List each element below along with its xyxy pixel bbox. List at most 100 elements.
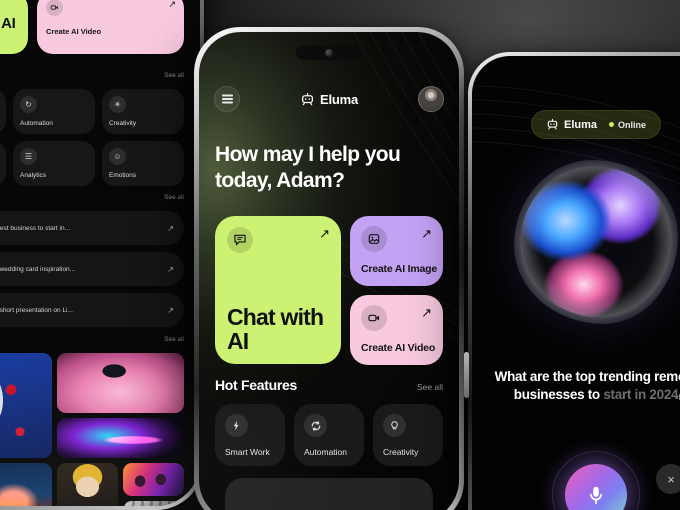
arrow-up-right-icon: ↗ — [421, 226, 432, 241]
left-feature-emotions[interactable]: ☺ Emotions — [102, 141, 184, 186]
page-title: How may I help you today, Adam? — [215, 143, 401, 193]
left-feature-research[interactable]: ⌕ Research — [0, 141, 6, 186]
hot-features-grid: Smart Work Automation Creativity — [215, 404, 443, 466]
left-hot-features-see-all[interactable]: See all — [164, 72, 184, 79]
left-explore-section: Explore AI Art See all — [0, 332, 184, 506]
left-card-create-ai-video[interactable]: ↗ Create AI Video — [37, 0, 184, 54]
feature-label: Smart Work — [225, 447, 270, 457]
arrow-up-right-icon: ↗ — [167, 264, 174, 274]
left-card-chat-title: Chat with AI — [0, 15, 16, 32]
main-header: Eluma — [214, 86, 444, 112]
feature-smart-work[interactable]: Smart Work — [215, 404, 285, 466]
left-feature-label: Analytics — [20, 172, 47, 179]
video-camera-icon — [361, 305, 387, 331]
image-icon — [361, 226, 387, 252]
left-feature-analytics[interactable]: ☰ Analytics — [13, 141, 95, 186]
transcript-pending: start in 2024 — [603, 387, 679, 403]
card-video-label: Create AI Video — [361, 342, 436, 354]
left-explore-see-all[interactable]: See all — [164, 336, 184, 343]
left-feature-label: Automation — [20, 120, 53, 127]
pill-brand: Eluma — [546, 118, 597, 131]
assistant-status-pill[interactable]: Eluma Online — [530, 110, 662, 139]
art-tile-pink-flower-castle[interactable] — [56, 353, 184, 413]
brand-name: Eluma — [319, 91, 358, 107]
list-item-text: What is the best business to start in... — [0, 224, 71, 232]
left-art-gallery-stack — [122, 463, 184, 506]
list-item-text: Create me a short presentation on Li... — [0, 306, 73, 314]
main-phone-screen: Eluma How may I help you today, Adam? ↗ … — [199, 32, 459, 510]
left-card-video-label: Create AI Video — [46, 27, 102, 36]
microphone-button-wrapper[interactable] — [541, 440, 651, 510]
refresh-icon — [304, 414, 327, 437]
left-art-gallery — [0, 353, 184, 506]
close-button[interactable]: × — [656, 464, 680, 494]
smiley-glyph: ☺ — [113, 152, 122, 161]
card-create-ai-image[interactable]: ↗ Create AI Image — [350, 216, 443, 286]
status-badge: Online — [609, 120, 646, 130]
feature-label: Automation — [304, 447, 347, 457]
list-item[interactable]: What is the best business to start in...… — [0, 211, 184, 245]
left-quick-prompts-see-all[interactable]: See all — [164, 194, 184, 201]
front-camera-icon — [325, 49, 333, 57]
left-quick-prompts-header: Quick Prompts See all — [0, 190, 184, 202]
card-create-ai-video[interactable]: ↗ Create AI Video — [350, 295, 443, 365]
left-phone-mockup: Chat with AI ↗ Create AI Video Hot Featu… — [0, 0, 204, 510]
refresh-icon: ↻ — [20, 96, 37, 113]
robot-icon — [547, 118, 558, 130]
art-tile-fire-canyon[interactable] — [0, 463, 52, 506]
voice-transcript: What are the top trending remote busines… — [472, 368, 680, 404]
volume-button[interactable] — [464, 352, 469, 398]
microphone-icon — [590, 486, 602, 505]
ai-voice-orb — [514, 160, 678, 324]
left-feature-creativity[interactable]: ☀ Creativity — [102, 89, 184, 134]
bar-chart-icon: ☰ — [20, 148, 37, 165]
left-feature-label: Creativity — [109, 120, 137, 127]
art-tile-crowd[interactable] — [122, 463, 184, 496]
robot-icon — [301, 92, 313, 105]
art-tile-neon-whale[interactable] — [56, 418, 184, 458]
brand: Eluma — [300, 92, 358, 107]
chat-bubble-icon — [227, 227, 253, 253]
microphone-button[interactable] — [565, 464, 627, 510]
feature-creativity[interactable]: Creativity — [373, 404, 443, 466]
list-item-text: I need some wedding card inspiration... — [0, 265, 76, 273]
card-image-label: Create AI Image — [361, 263, 437, 275]
left-quick-action-cards: Chat with AI ↗ Create AI Video — [0, 0, 184, 54]
art-tile-astronaut-cathedral[interactable] — [0, 353, 52, 458]
left-card-chat-with-ai[interactable]: Chat with AI — [0, 0, 28, 54]
composition-stage: Chat with AI ↗ Create AI Video Hot Featu… — [0, 0, 680, 510]
left-hot-features-section: Hot Features See all ⚡ Smart Work ↻ Auto… — [0, 68, 184, 186]
pill-brand-name: Eluma — [563, 118, 597, 131]
lightbulb-glyph: ☀ — [113, 100, 122, 109]
arrow-up-right-icon: ↗ — [319, 226, 330, 241]
next-section-peek — [225, 478, 433, 510]
left-quick-prompts-list: What is the best business to start in...… — [0, 211, 184, 327]
bar-chart-glyph: ☰ — [24, 152, 33, 161]
left-feature-smart-work[interactable]: ⚡ Smart Work — [0, 89, 6, 134]
card-chat-with-ai[interactable]: ↗ Chat with AI — [215, 216, 341, 364]
hamburger-menu-icon[interactable] — [214, 86, 240, 112]
feature-label: Creativity — [383, 447, 419, 457]
feature-automation[interactable]: Automation — [294, 404, 364, 466]
list-item[interactable]: Create me a short presentation on Li... … — [0, 293, 184, 327]
art-tile-architecture[interactable] — [122, 500, 184, 506]
lightbulb-icon — [383, 414, 406, 437]
hot-features-header: Hot Features See all — [215, 377, 443, 393]
main-action-cards: ↗ Chat with AI ↗ Create AI Image ↗ Creat… — [215, 216, 443, 365]
left-phone-screen: Chat with AI ↗ Create AI Video Hot Featu… — [0, 0, 200, 506]
arrow-up-right-icon: ↗ — [421, 305, 432, 320]
arrow-up-right-icon: ↗ — [167, 223, 174, 233]
right-phone-screen: Eluma Online What are the top trending r… — [472, 56, 680, 510]
left-feature-label: Emotions — [109, 172, 137, 179]
arrow-up-right-icon: ↗ — [167, 305, 174, 315]
left-art-gallery-row3 — [56, 463, 184, 506]
art-tile-pearl-earring[interactable] — [56, 463, 118, 506]
avatar[interactable] — [417, 86, 444, 112]
hot-features-title: Hot Features — [215, 377, 297, 393]
hot-features-see-all[interactable]: See all — [417, 382, 443, 392]
main-phone-mockup: Eluma How may I help you today, Adam? ↗ … — [194, 27, 464, 510]
left-explore-header: Explore AI Art See all — [0, 332, 184, 344]
lightbulb-icon: ☀ — [109, 96, 126, 113]
list-item[interactable]: I need some wedding card inspiration... … — [0, 252, 184, 286]
left-feature-automation[interactable]: ↻ Automation — [13, 89, 95, 134]
